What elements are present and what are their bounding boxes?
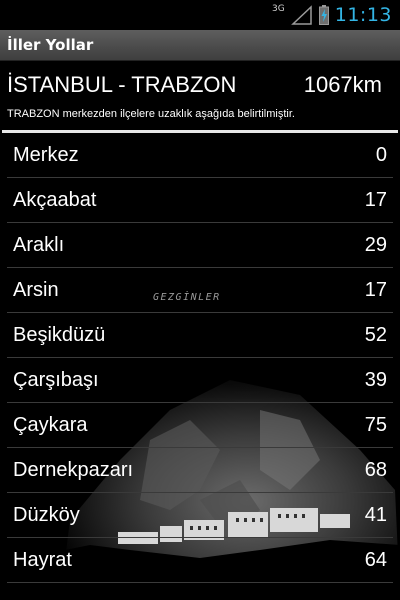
district-list[interactable]: Merkez 0 Akçaabat 17 Araklı 29 Arsin 17 …	[0, 133, 400, 583]
list-item[interactable]: Araklı 29	[7, 223, 393, 268]
district-name: Hayrat	[13, 548, 72, 571]
battery-charging-icon	[318, 5, 329, 25]
district-name: Merkez	[13, 143, 79, 166]
district-distance: 17	[364, 278, 387, 301]
route-distance: 1067km	[303, 72, 382, 97]
district-distance: 39	[364, 368, 387, 391]
list-item[interactable]: Beşikdüzü 52	[7, 313, 393, 358]
network-type: 3G	[272, 4, 285, 14]
list-item[interactable]: Düzköy 41	[7, 493, 393, 538]
route-name: İSTANBUL - TRABZON	[7, 72, 237, 97]
list-item[interactable]: Çarşıbaşı 39	[7, 358, 393, 403]
status-bar: 3G 11:13	[0, 0, 400, 30]
district-distance: 52	[364, 323, 387, 346]
district-name: Arsin	[13, 278, 59, 301]
status-clock: 11:13	[334, 4, 392, 26]
district-name: Çaykara	[13, 413, 88, 436]
list-item[interactable]: Hayrat 64	[7, 538, 393, 583]
district-name: Düzköy	[13, 503, 80, 526]
list-item[interactable]: Akçaabat 17	[7, 178, 393, 223]
route-subtitle: TRABZON merkezden ilçelere uzaklık aşağı…	[7, 108, 295, 120]
district-name: Araklı	[13, 233, 65, 256]
district-name: Dernekpazarı	[13, 458, 134, 481]
signal-strength-icon	[290, 5, 312, 25]
district-distance: 64	[364, 548, 387, 571]
district-distance: 29	[364, 233, 387, 256]
route-header: İSTANBUL - TRABZON 1067km	[0, 66, 400, 104]
list-item[interactable]: Merkez 0	[7, 133, 393, 178]
district-distance: 68	[364, 458, 387, 481]
list-item[interactable]: Çaykara 75	[7, 403, 393, 448]
district-distance: 75	[364, 413, 387, 436]
district-distance: 17	[364, 188, 387, 211]
list-item[interactable]: Arsin 17	[7, 268, 393, 313]
list-item[interactable]: Dernekpazarı 68	[7, 448, 393, 493]
watermark-text: GEZGİNLER	[153, 292, 221, 303]
district-distance: 41	[364, 503, 387, 526]
app-title: İller Yollar	[7, 36, 94, 54]
district-distance: 0	[375, 143, 387, 166]
district-name: Beşikdüzü	[13, 323, 106, 346]
district-name: Akçaabat	[13, 188, 97, 211]
action-bar: İller Yollar	[0, 30, 400, 61]
district-name: Çarşıbaşı	[13, 368, 99, 391]
